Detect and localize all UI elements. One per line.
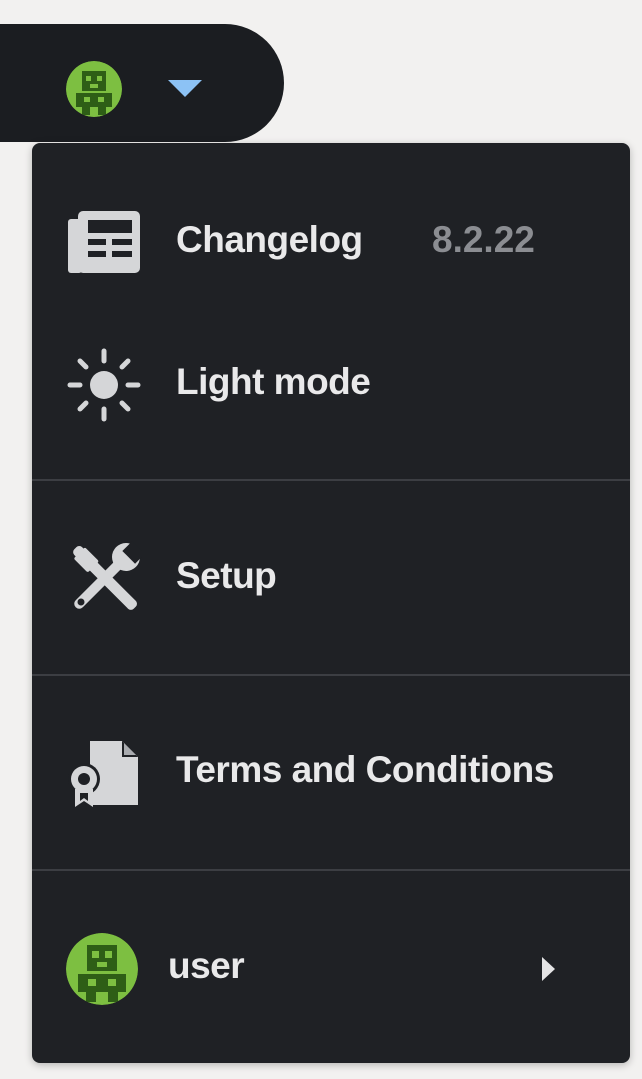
version-badge: 8.2.22: [432, 219, 535, 260]
menu-item-changelog[interactable]: Changelog 8.2.22: [32, 193, 630, 293]
sun-icon: [66, 347, 142, 423]
account-menu-toggle[interactable]: [0, 24, 284, 142]
user-avatar-icon: [66, 933, 138, 1005]
menu-item-user[interactable]: user: [32, 919, 630, 1019]
chevron-right-icon: [542, 957, 555, 981]
user-avatar-icon[interactable]: [66, 61, 122, 117]
menu-item-label: Setup: [176, 555, 277, 596]
menu-item-label: Terms and Conditions: [176, 749, 554, 790]
account-dropdown-menu: Changelog 8.2.22 Light mode Setup Terms …: [32, 143, 630, 1063]
certificate-document-icon: [66, 735, 142, 811]
menu-item-label: Changelog: [176, 219, 363, 260]
menu-item-light-mode[interactable]: Light mode: [32, 335, 630, 435]
menu-item-terms-and-conditions[interactable]: Terms and Conditions: [32, 723, 630, 823]
menu-divider: [32, 479, 630, 481]
newspaper-icon: [66, 205, 142, 281]
menu-divider: [32, 674, 630, 676]
caret-down-icon[interactable]: [168, 80, 202, 97]
menu-item-label: user: [168, 945, 245, 986]
menu-item-setup[interactable]: Setup: [32, 529, 630, 629]
menu-item-label: Light mode: [176, 361, 371, 402]
menu-divider: [32, 869, 630, 871]
tools-icon: [66, 541, 145, 617]
